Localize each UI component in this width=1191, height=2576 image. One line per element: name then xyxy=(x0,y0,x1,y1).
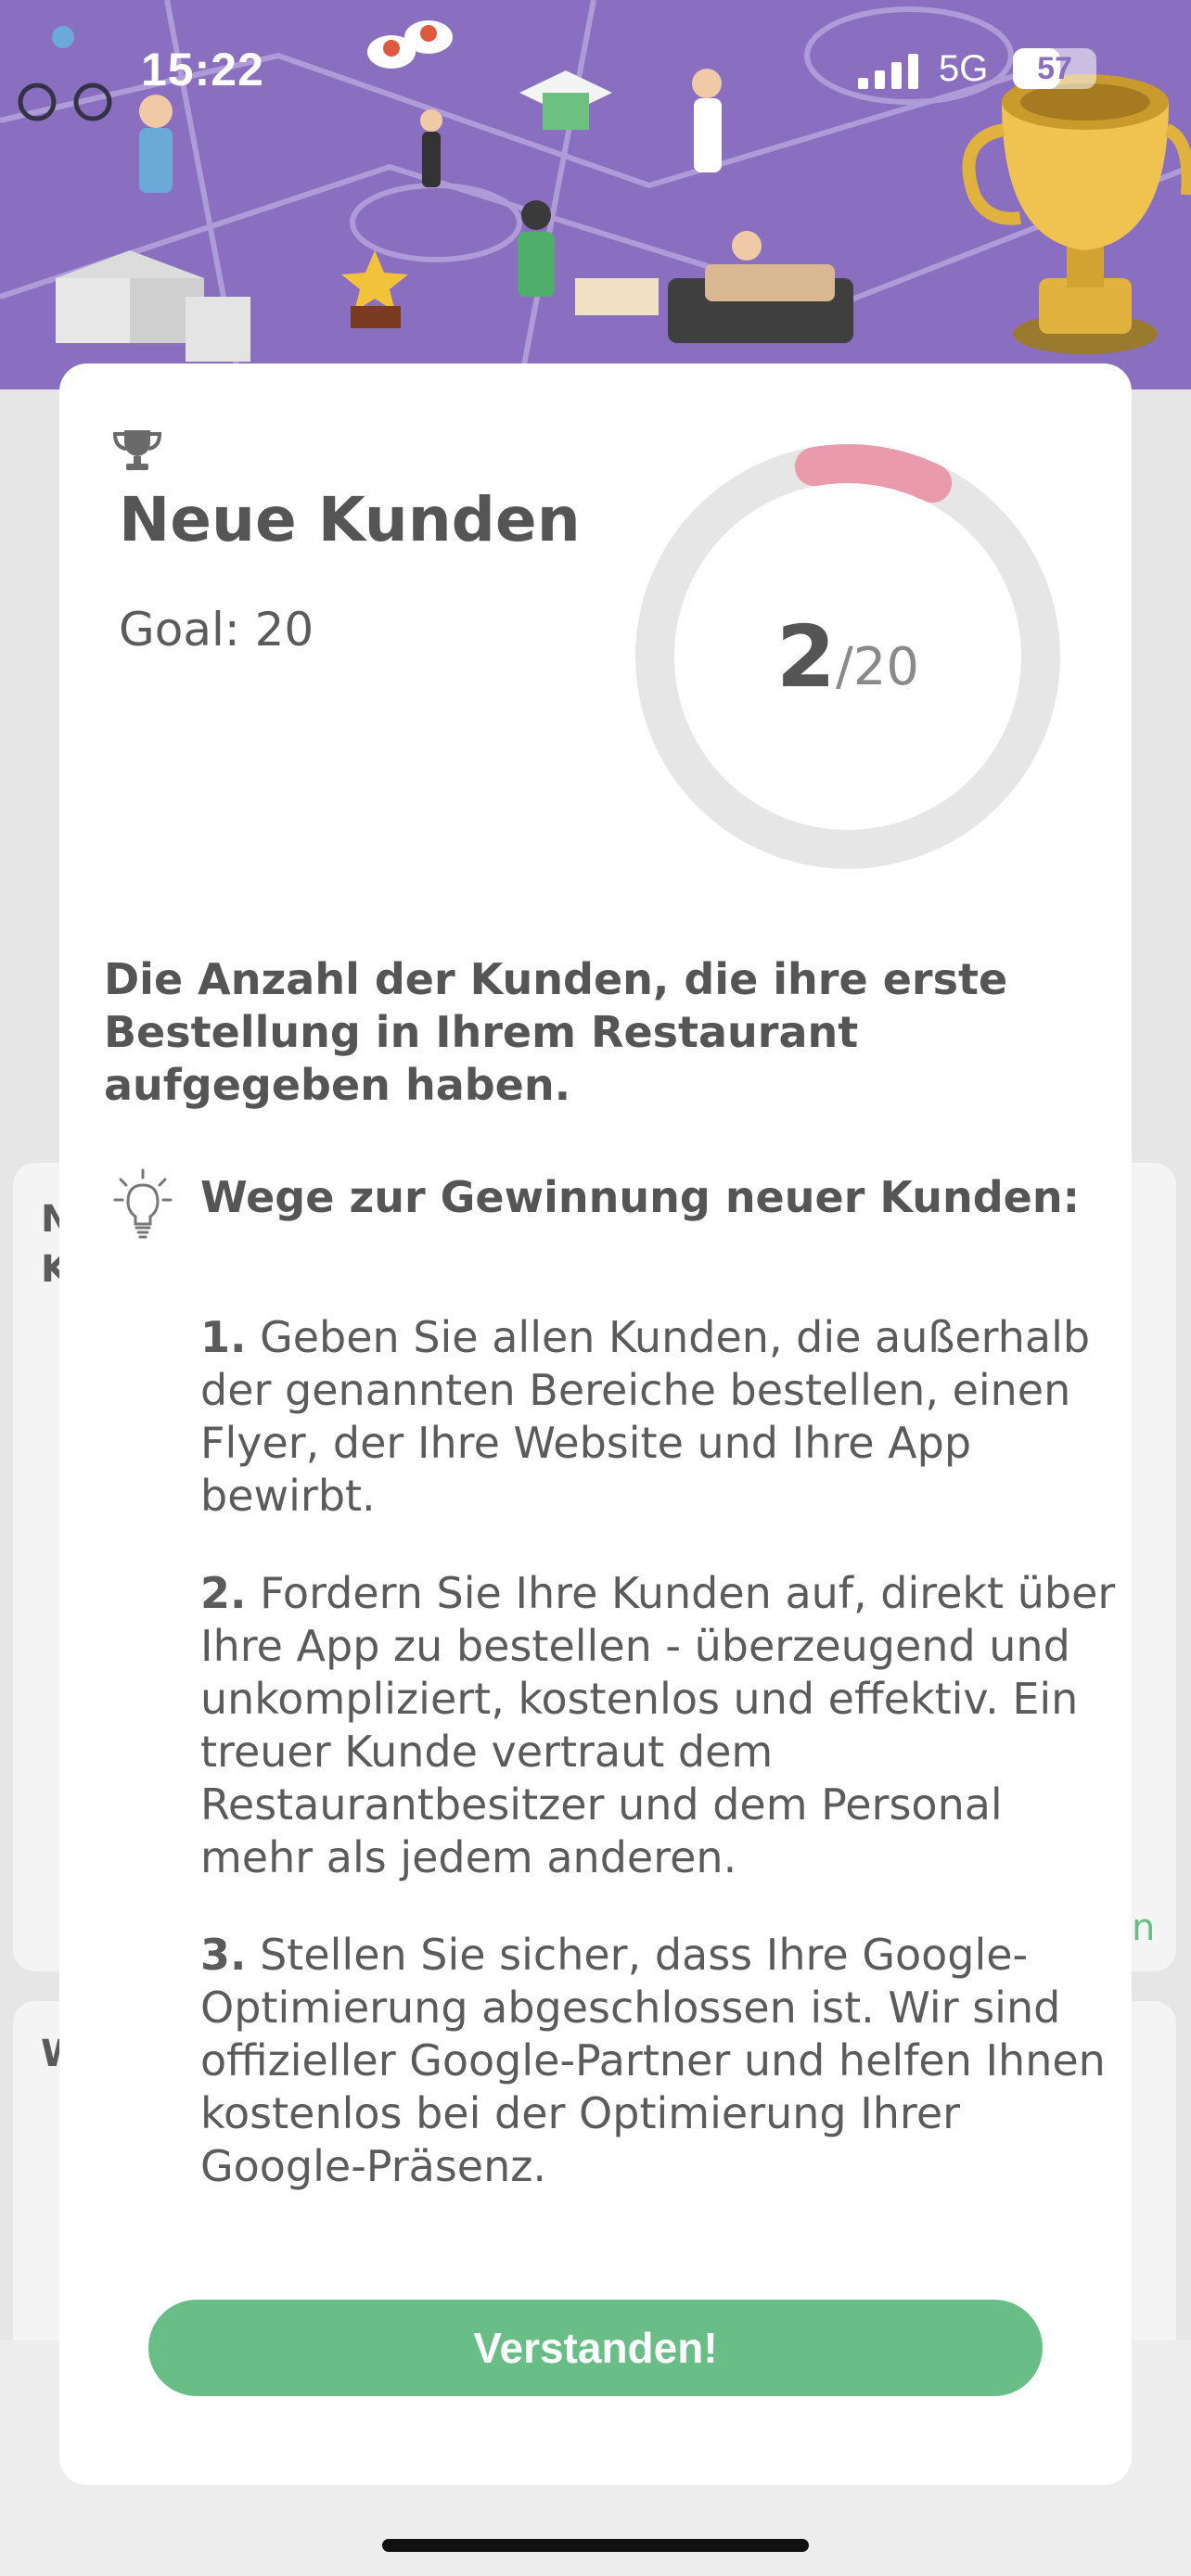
tip-text: Geben Sie allen Kunden, die außerhalb de… xyxy=(200,1312,1091,1521)
tip-text: Stellen Sie sicher, dass Ihre Google-Opt… xyxy=(200,1930,1106,2191)
tip-number: 2. xyxy=(200,1568,247,1618)
tip-number: 3. xyxy=(200,1930,247,1980)
goal-detail-modal: Neue Kunden Goal: 20 2 /20 Die Anzahl de… xyxy=(59,363,1132,2485)
tips-list: 1. Geben Sie allen Kunden, die außerhalb… xyxy=(200,1311,1128,2238)
battery-percent: 57 xyxy=(1037,51,1072,86)
goal-description: Die Anzahl der Kunden, die ihre erste Be… xyxy=(104,954,1008,1110)
home-indicator[interactable] xyxy=(382,2539,809,2552)
network-type: 5G xyxy=(939,48,989,89)
status-bar: 15:22 5G 57 xyxy=(0,0,1191,139)
tip-item: 3. Stellen Sie sicher, dass Ihre Google-… xyxy=(200,1929,1128,2193)
goal-title: Neue Kunden xyxy=(119,484,581,555)
tip-item: 1. Geben Sie allen Kunden, die außerhalb… xyxy=(200,1311,1128,1523)
progress-current: 2 xyxy=(775,606,836,707)
status-time: 15:22 xyxy=(141,44,264,96)
cellular-signal-icon xyxy=(858,54,918,89)
progress-total: /20 xyxy=(835,636,920,697)
tips-heading: Wege zur Gewinnung neuer Kunden: xyxy=(200,1172,1081,1222)
understood-button[interactable]: Verstanden! xyxy=(148,2300,1043,2396)
goal-target-label: Goal: 20 xyxy=(119,603,314,657)
trophy-icon xyxy=(112,430,162,470)
tip-item: 2. Fordern Sie Ihre Kunden auf, direkt ü… xyxy=(200,1567,1128,1884)
progress-count: 2 /20 xyxy=(629,438,1067,875)
background-card-link-fragment: n xyxy=(1132,1906,1156,1949)
lightbulb-icon xyxy=(113,1168,173,1239)
tip-number: 1. xyxy=(200,1312,247,1362)
tip-text: Fordern Sie Ihre Kunden auf, direkt über… xyxy=(200,1568,1116,1882)
battery-icon: 57 xyxy=(1013,48,1096,89)
